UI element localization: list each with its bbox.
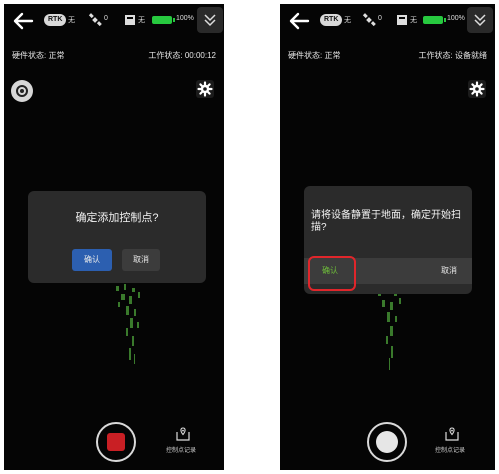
- map-value: 无: [138, 17, 145, 24]
- collapse-button[interactable]: [197, 7, 223, 33]
- back-arrow-icon[interactable]: [288, 10, 310, 32]
- control-point-label[interactable]: 控制点记录: [435, 445, 465, 454]
- satellite-icon: [88, 13, 102, 27]
- work-status: 工作状态: 设备就绪: [418, 51, 487, 60]
- rtk-value: 无: [344, 17, 351, 24]
- record-icon: [376, 431, 398, 453]
- settings-button[interactable]: [468, 80, 486, 98]
- rtk-badge: RTK: [44, 14, 67, 26]
- battery-percent: 100%: [176, 15, 194, 22]
- status-bar: RTK 无 0 无 100%: [4, 4, 224, 38]
- cancel-button[interactable]: 取消: [432, 260, 466, 282]
- record-button[interactable]: [96, 422, 136, 462]
- battery-icon: [152, 16, 175, 24]
- satellite-count: 0: [378, 15, 382, 22]
- cancel-button[interactable]: 取消: [122, 249, 160, 271]
- hardware-status: 硬件状态: 正常: [12, 51, 65, 60]
- rtk-value: 无: [68, 17, 75, 24]
- gear-icon: [197, 81, 213, 97]
- satellite-icon: [362, 13, 376, 27]
- phone-screen-right: RTK 无 0 无 100% 硬件状态: 正常 工作状态: 设备就绪 请将设备静…: [280, 4, 495, 470]
- collapse-button[interactable]: [467, 7, 493, 33]
- rtk-badge: RTK: [320, 14, 343, 26]
- dialog-message: 请将设备静置于地面，确定开始扫描?: [311, 210, 461, 233]
- gear-icon: [469, 81, 485, 97]
- confirm-highlight: [308, 256, 356, 291]
- battery-icon: [423, 16, 446, 24]
- chevron-down-icon: [474, 14, 486, 27]
- confirm-button[interactable]: 确认: [72, 249, 112, 271]
- dialog-title: 确定添加控制点?: [75, 212, 159, 224]
- map-icon: [125, 15, 135, 25]
- start-scan-button[interactable]: [367, 422, 407, 462]
- settings-button[interactable]: [196, 80, 214, 98]
- map-value: 无: [410, 17, 417, 24]
- camera-switch-icon: [16, 85, 28, 97]
- stop-icon: [107, 433, 125, 451]
- battery-percent: 100%: [447, 15, 465, 22]
- hardware-status: 硬件状态: 正常: [288, 51, 341, 60]
- point-cloud-preview: [116, 284, 140, 364]
- back-arrow-icon[interactable]: [12, 10, 34, 32]
- chevron-down-icon: [204, 14, 216, 27]
- satellite-count: 0: [104, 15, 108, 22]
- control-point-label[interactable]: 控制点记录: [166, 445, 196, 454]
- phone-screen-left: RTK 无 0 无 100% 硬件状态: 正常 工作状态: 00:00:12 确…: [4, 4, 224, 470]
- work-status: 工作状态: 00:00:12: [148, 51, 216, 60]
- camera-switch-button[interactable]: [11, 80, 33, 102]
- control-point-icon[interactable]: [175, 427, 191, 441]
- add-control-point-dialog: 确定添加控制点? 确认 取消: [28, 191, 206, 283]
- status-bar: RTK 无 0 无 100%: [280, 4, 495, 38]
- control-point-icon[interactable]: [444, 427, 460, 441]
- point-cloud-preview: [378, 288, 401, 370]
- map-icon: [397, 15, 407, 25]
